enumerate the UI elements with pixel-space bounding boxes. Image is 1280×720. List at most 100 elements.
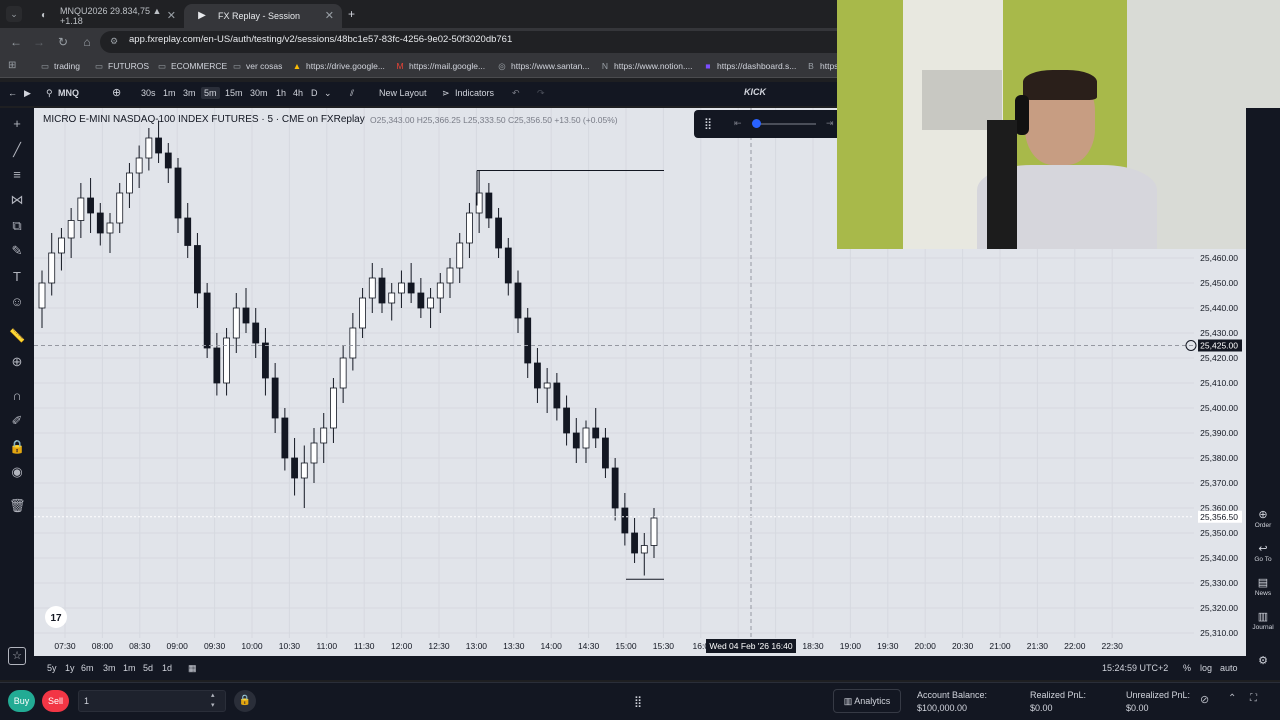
quantity-input[interactable]: 1 [78, 690, 226, 712]
chart-symbol-title: MICRO E-MINI NASDAQ-100 INDEX FUTURES · … [43, 114, 365, 125]
step-forward-icon[interactable]: ⇥ [826, 118, 834, 129]
lock-drawing-icon[interactable]: ✐ [9, 413, 25, 429]
ruler-icon[interactable]: 📏 [9, 328, 25, 344]
bookmark-extra[interactable]: Bhttps [806, 61, 838, 71]
candle-body [534, 362, 541, 389]
back-icon[interactable]: ← [8, 88, 17, 98]
range-6m[interactable]: 6m [81, 663, 94, 673]
range-1y[interactable]: 1y [65, 663, 75, 673]
bookmark-ecommerce[interactable]: ▭ ECOMMERCE [157, 61, 227, 72]
text-icon[interactable]: T [9, 269, 25, 285]
price-tick-label: 25,410.00 [1200, 378, 1238, 388]
candles-type-icon[interactable]: ⫽ [350, 88, 354, 99]
symbol-search-icon[interactable]: ⚲ [46, 88, 53, 99]
analytics-button[interactable]: ▥ Analytics [833, 689, 901, 713]
favorite-star-icon[interactable]: ☆ [8, 647, 26, 665]
browser-tab-mnq[interactable]: ◐ MNQU2026 29.834,75 ▲ +1.18 ✕ [26, 4, 184, 28]
bookmark-drive[interactable]: ▲ https://drive.google... [292, 61, 385, 71]
home-icon[interactable]: ⌂ [79, 35, 95, 49]
eye-icon[interactable]: ◉ [9, 464, 25, 480]
candle-body [262, 342, 269, 379]
horizontal-lines-icon[interactable]: ≡ [9, 167, 25, 183]
site-info-icon[interactable]: ⚙ [110, 36, 118, 47]
calendar-icon[interactable]: ▦ [188, 663, 197, 674]
symbol-name[interactable]: MNQ [58, 88, 79, 98]
trendline-icon[interactable]: ╱ [9, 142, 25, 158]
range-5y[interactable]: 5y [47, 663, 57, 673]
interval-15m[interactable]: 15m [225, 88, 243, 98]
bookmark-notion[interactable]: Nhttps://www.notion.... [600, 61, 693, 71]
new-layout-button[interactable]: New Layout [379, 88, 427, 98]
bookmark-ver-cosas[interactable]: ▭ ver cosas [232, 61, 282, 72]
interval-1h[interactable]: 1h [276, 88, 286, 98]
back-icon[interactable]: ← [8, 35, 24, 49]
percent-toggle[interactable]: % [1183, 663, 1191, 673]
step-back-icon[interactable]: ⇤ [734, 118, 742, 129]
time-tick-label: 18:30 [802, 641, 824, 651]
brush-icon[interactable]: ✎ [9, 243, 25, 259]
maximize-icon[interactable]: ⛶ [1250, 693, 1257, 704]
go-to-button[interactable]: ↩ Go To [1246, 542, 1280, 563]
settings-icon[interactable]: ⚙ [1246, 654, 1280, 667]
bookmark-futuros[interactable]: ▭ FUTUROS [94, 61, 149, 72]
replay-slider-knob[interactable] [752, 119, 761, 128]
sell-button[interactable]: Sell [42, 690, 69, 712]
range-5d[interactable]: 5d [143, 663, 153, 673]
bookmark-santander[interactable]: ◎ https://www.santan... [497, 61, 589, 72]
range-1d[interactable]: 1d [162, 663, 172, 673]
position-icon[interactable]: ⧉ [9, 218, 25, 234]
trash-icon[interactable]: 🗑 [9, 498, 26, 514]
journal-button[interactable]: ▥ Journal [1246, 610, 1280, 631]
magnet-icon[interactable]: ∩ [9, 388, 25, 404]
chevron-down-icon[interactable]: ⌄ [324, 88, 332, 99]
quantity-stepper[interactable]: ▴ ▾ [211, 691, 215, 711]
crosshair-icon[interactable]: + [9, 116, 25, 132]
reload-icon[interactable]: ↻ [55, 35, 71, 49]
browser-tab-fxreplay[interactable]: ▶ FX Replay - Session ✕ [184, 4, 342, 28]
close-icon[interactable]: ✕ [325, 9, 334, 22]
lock-icon[interactable]: 🔒 [9, 439, 25, 455]
interval-d[interactable]: D [311, 88, 318, 98]
ohlc-readout: O25,343.00 H25,366.25 L25,333.50 C25,356… [370, 115, 618, 125]
forward-icon[interactable]: → [31, 35, 47, 49]
interval-5m[interactable]: 5m [201, 87, 220, 99]
hide-eye-icon[interactable]: ⊘ [1200, 693, 1209, 706]
indicators-button[interactable]: Indicators [455, 88, 494, 98]
time-tick-label: 08:00 [92, 641, 114, 651]
candle-body [543, 382, 551, 389]
replay-icon[interactable]: ▶ [24, 88, 31, 99]
interval-30m[interactable]: 30m [250, 88, 268, 98]
tab-search-icon[interactable]: ⌄ [6, 6, 22, 22]
interval-1m[interactable]: 1m [163, 88, 176, 98]
new-tab-button[interactable]: + [348, 7, 355, 21]
interval-30s[interactable]: 30s [141, 88, 156, 98]
redo-icon[interactable]: ↷ [537, 88, 545, 99]
replay-speed-slider[interactable] [754, 123, 816, 125]
news-button[interactable]: ▤ News [1246, 576, 1280, 597]
undo-icon[interactable]: ↶ [512, 88, 520, 99]
panel-drag-icon[interactable]: ⣿ [634, 695, 642, 708]
close-icon[interactable]: ✕ [167, 9, 176, 22]
range-3m[interactable]: 3m [103, 663, 116, 673]
auto-toggle[interactable]: auto [1220, 663, 1238, 673]
apps-icon[interactable]: ⊞ [8, 60, 16, 71]
pattern-icon[interactable]: ⋈ [9, 192, 25, 208]
drag-handle-icon[interactable]: ⣿ [704, 117, 712, 130]
log-toggle[interactable]: log [1200, 663, 1212, 673]
bookmark-gmail[interactable]: Mhttps://mail.google... [395, 61, 485, 71]
bookmark-dashboard[interactable]: ■ https://dashboard.s... [703, 61, 796, 71]
chevron-up-icon[interactable]: ⌃ [1228, 693, 1236, 704]
compare-add-icon[interactable]: ⊕ [112, 86, 121, 99]
order-button[interactable]: ⊕ Order [1246, 508, 1280, 529]
emoji-icon[interactable]: ☺ [9, 294, 25, 310]
range-1m[interactable]: 1m [123, 663, 136, 673]
candle-body [427, 297, 434, 309]
go-to-icon: ↩ [1258, 543, 1268, 555]
buy-button[interactable]: Buy [8, 690, 35, 712]
time-tick-label: 22:30 [1102, 641, 1124, 651]
interval-3m[interactable]: 3m [183, 88, 196, 98]
interval-4h[interactable]: 4h [293, 88, 303, 98]
zoom-icon[interactable]: ⊕ [9, 354, 25, 370]
lock-icon[interactable]: 🔒 [234, 690, 256, 712]
bookmark-trading[interactable]: ▭ trading [40, 61, 80, 72]
